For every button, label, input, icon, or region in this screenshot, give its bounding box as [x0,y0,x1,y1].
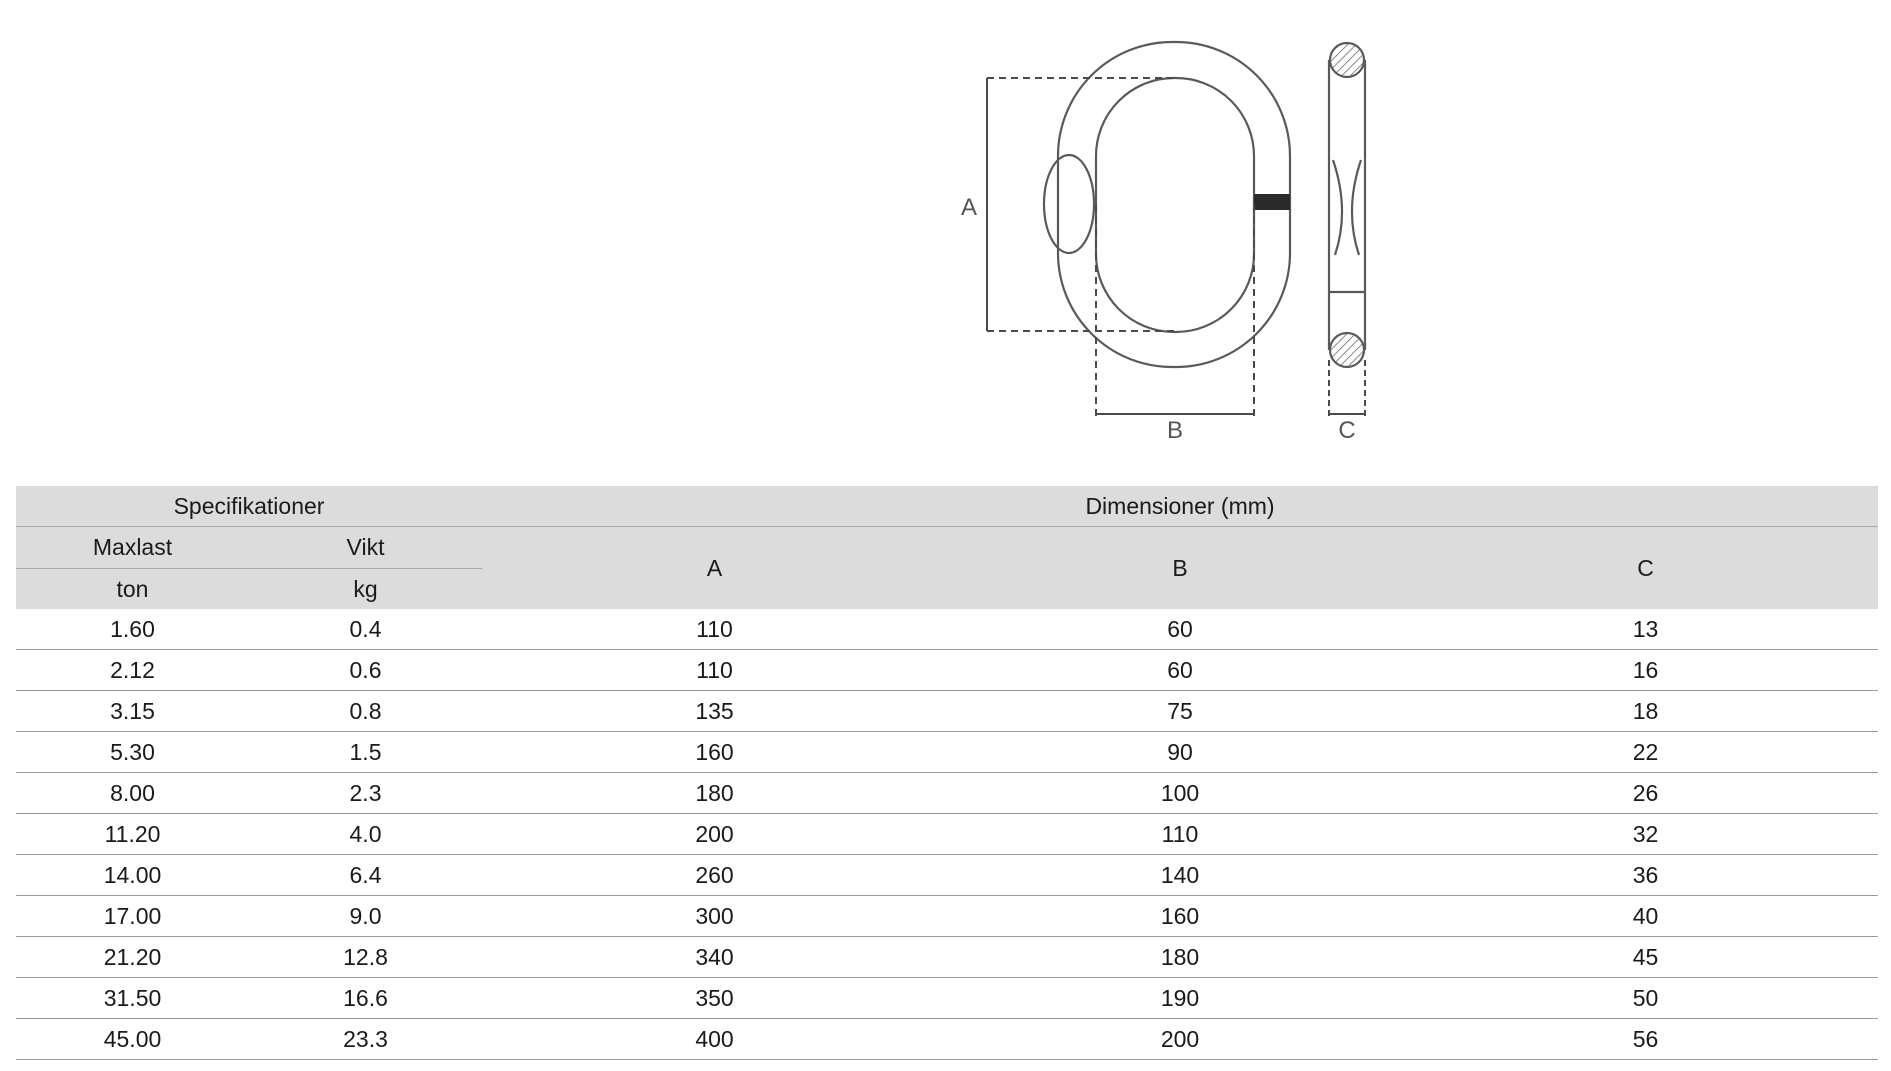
link-side-view [1327,41,1367,369]
table-row: 8.00 2.3 180 100 26 [16,772,1879,814]
table-row: 45.00 23.3 400 200 56 [16,1018,1879,1060]
dimension-a-cell: 400 [482,1018,948,1060]
maxlast-cell: 2.12 [16,649,249,691]
vikt-cell: 16.6 [249,977,483,1019]
maxlast-unit: ton [16,568,249,609]
dimension-b-label: B [1167,417,1183,444]
dimension-b-cell: 160 [947,895,1414,937]
dimension-a-cell: 300 [482,895,948,937]
maxlast-cell: 14.00 [16,854,249,896]
master-link-diagram: A B C [961,40,1367,444]
table-row: 21.20 12.8 340 180 45 [16,936,1879,978]
dimension-c-cell: 18 [1413,690,1879,732]
vikt-cell: 1.5 [249,731,483,773]
dimension-c-label: C [1338,417,1355,444]
dimension-a-cell: 110 [482,649,948,691]
dimension-b-cell: 60 [947,609,1414,650]
vikt-cell: 2.3 [249,772,483,814]
maxlast-cell: 1.60 [16,609,249,650]
dimension-c-cell: 32 [1413,813,1879,855]
dimension-c-cell: 36 [1413,854,1879,896]
maxlast-cell: 3.15 [16,690,249,732]
specifications-group-header: Specifikationer [16,486,483,527]
vikt-cell: 0.8 [249,690,483,732]
dimension-a-cell: 260 [482,854,948,896]
dimension-c-cell: 22 [1413,731,1879,773]
dimension-c-cell: 13 [1413,609,1879,650]
dimension-a-cell: 110 [482,609,948,650]
dimension-c-cell: 16 [1413,649,1879,691]
dimension-a [986,77,1175,332]
table-row: 1.60 0.4 110 60 13 [16,609,1879,650]
vikt-column-header: Vikt [249,526,483,569]
dimension-c [1328,360,1366,418]
vikt-cell: 0.6 [249,649,483,691]
dimension-b-cell: 90 [947,731,1414,773]
dimension-b-cell: 110 [947,813,1414,855]
dimension-a-cell: 350 [482,977,948,1019]
dimension-a-cell: 180 [482,772,948,814]
dimension-a-cell: 340 [482,936,948,978]
dimension-c-cell: 45 [1413,936,1879,978]
maxlast-cell: 31.50 [16,977,249,1019]
dimension-b-cell: 75 [947,690,1414,732]
dimension-c-cell: 40 [1413,895,1879,937]
table-row: 17.00 9.0 300 160 40 [16,895,1879,937]
dimension-b-cell: 140 [947,854,1414,896]
table-body: 1.60 0.4 110 60 13 2.12 0.6 110 60 16 3.15 0.8 135 75… [16,609,1879,1060]
dimension-b-cell: 180 [947,936,1414,978]
dimension-b-column-header: B [947,526,1414,609]
table-row: 5.30 1.5 160 90 22 [16,731,1879,773]
table-row: 31.50 16.6 350 190 50 [16,977,1879,1019]
dimensions-group-header: Dimensioner (mm) [482,486,1879,527]
vikt-cell: 12.8 [249,936,483,978]
dimension-c-cell: 26 [1413,772,1879,814]
vikt-cell: 0.4 [249,609,483,650]
vikt-unit: kg [249,568,483,609]
maxlast-cell: 5.30 [16,731,249,773]
dimension-c-cell: 56 [1413,1018,1879,1060]
maxlast-cell: 17.00 [16,895,249,937]
dimension-a-column-header: A [482,526,948,609]
dimension-a-cell: 135 [482,690,948,732]
vikt-cell: 6.4 [249,854,483,896]
dimension-c-cell: 50 [1413,977,1879,1019]
table-row: 2.12 0.6 110 60 16 [16,649,1879,691]
maxlast-cell: 21.20 [16,936,249,978]
dimension-b-cell: 200 [947,1018,1414,1060]
vikt-cell: 9.0 [249,895,483,937]
maxlast-cell: 11.20 [16,813,249,855]
dimension-c-column-header: C [1413,526,1879,609]
table-row: 14.00 6.4 260 140 36 [16,854,1879,896]
maxlast-cell: 8.00 [16,772,249,814]
dimension-b-cell: 60 [947,649,1414,691]
vikt-cell: 4.0 [249,813,483,855]
dimension-a-cell: 200 [482,813,948,855]
dimension-a-cell: 160 [482,731,948,773]
link-weld-mark [1254,194,1290,210]
dimension-a-label: A [961,194,977,221]
table-row: 11.20 4.0 200 110 32 [16,813,1879,855]
dimension-b-cell: 100 [947,772,1414,814]
maxlast-cell: 45.00 [16,1018,249,1060]
table-row: 3.15 0.8 135 75 18 [16,690,1879,732]
specification-table: Specifikationer Dimensioner (mm) Maxlast… [16,486,1879,1060]
dimension-b-cell: 190 [947,977,1414,1019]
vikt-cell: 23.3 [249,1018,483,1060]
maxlast-column-header: Maxlast [16,526,249,569]
